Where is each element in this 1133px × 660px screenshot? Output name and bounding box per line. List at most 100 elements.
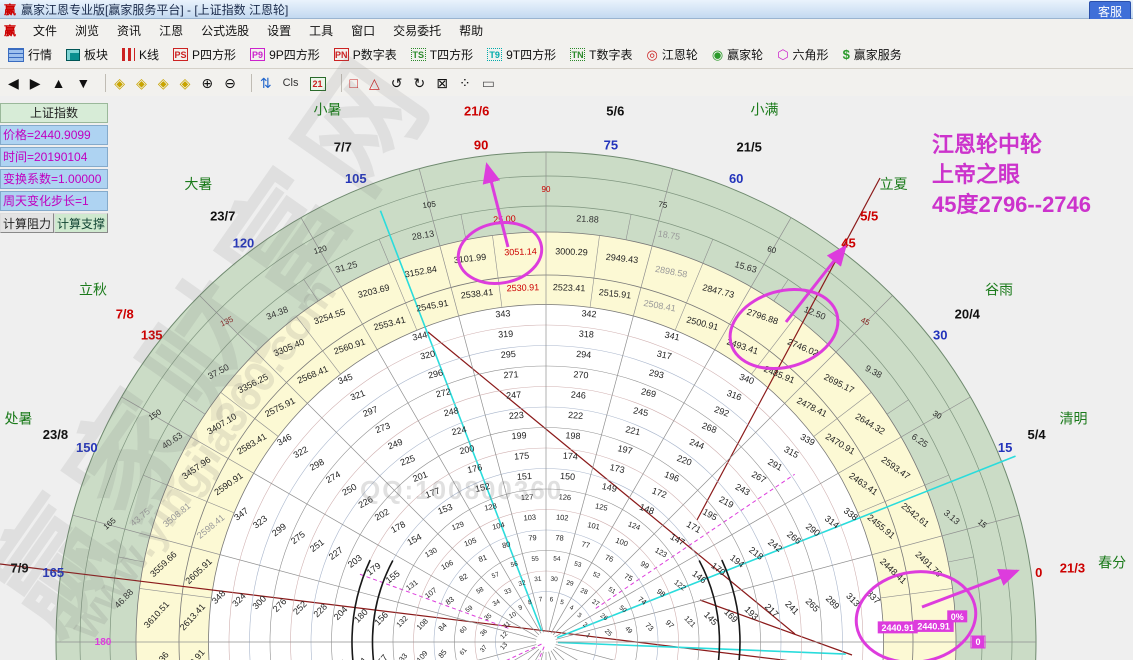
toolbar-label: K线	[139, 46, 159, 63]
svg-text:103: 103	[523, 513, 536, 523]
toolbar-button-板块[interactable]: 板块	[64, 45, 110, 64]
toolbar-button-P四方形[interactable]: PSP四方形	[171, 45, 238, 64]
toolbar-separator	[251, 74, 252, 92]
calc-resistance-button[interactable]: 计算阻力	[0, 213, 54, 233]
square-tool-icon[interactable]: □	[348, 74, 360, 92]
svg-text:150: 150	[76, 440, 98, 455]
service-icon: $	[843, 48, 850, 61]
svg-text:222: 222	[568, 410, 584, 421]
svg-text:75: 75	[604, 137, 618, 152]
toolbar-button-六角形[interactable]: ⬡六角形	[775, 45, 830, 64]
pan-left-icon[interactable]: ◀	[6, 74, 21, 92]
kline-icon	[122, 48, 135, 61]
fit-icon[interactable]: ⁘	[457, 74, 473, 92]
winner-wheel-icon: ◉	[712, 48, 723, 61]
main-toolbar: 行情板块 K线 PSP四方形 P99P四方形 PNP数字表 TST四方形 T99T四方形 TN…	[0, 41, 1133, 69]
svg-text:174: 174	[562, 451, 578, 462]
toolbar-label: P四方形	[192, 46, 236, 63]
clear-box-icon[interactable]: ⊠	[434, 74, 450, 92]
pan-right-icon[interactable]: ▶	[28, 74, 43, 92]
svg-text:151: 151	[517, 471, 533, 482]
svg-text:295: 295	[500, 349, 516, 360]
rotate-cw-step-icon[interactable]: ▼	[74, 74, 92, 92]
triangle-tool-icon[interactable]: △	[367, 74, 382, 92]
menu-item-4[interactable]: 江恩	[150, 20, 192, 41]
toolbar-button-行情[interactable]: 行情	[6, 45, 54, 64]
pn-badge: PN	[334, 48, 349, 61]
menu-item-10[interactable]: 帮助	[450, 20, 492, 41]
menu-item-8[interactable]: 窗口	[342, 20, 384, 41]
svg-text:2523.41: 2523.41	[553, 282, 586, 293]
updown-icon[interactable]: ⇅	[258, 74, 274, 92]
menu-item-1[interactable]: 文件	[24, 20, 66, 41]
toolbar-button-9P四方形[interactable]: P99P四方形	[248, 45, 322, 64]
price-row: 价格=2440.9099	[0, 125, 108, 145]
calc-support-button[interactable]: 计算支撑	[54, 213, 108, 233]
svg-text:319: 319	[498, 329, 514, 340]
svg-text:78: 78	[555, 533, 564, 543]
toolbar-button-赢家服务[interactable]: $赢家服务	[841, 45, 904, 64]
toolbar-button-P数字表[interactable]: PNP数字表	[332, 45, 399, 64]
app-logo-icon: 赢	[4, 1, 16, 18]
drawing-toolbar: ◀ ▶ ▲ ▼ ◈ ◈ ◈ ◈ ⊕ ⊖ ⇅ Cls 21 □ △ ↺ ↻ ⊠ ⁘ ▭	[0, 69, 1133, 97]
svg-text:270: 270	[573, 369, 589, 380]
svg-text:7/8: 7/8	[116, 307, 134, 322]
menu-item-7[interactable]: 工具	[300, 20, 342, 41]
menu-item-2[interactable]: 浏览	[66, 20, 108, 41]
toolbar-button-江恩轮[interactable]: ◎江恩轮	[644, 45, 699, 64]
svg-text:54: 54	[553, 555, 561, 563]
toolbar-button-K线[interactable]: K线	[120, 45, 161, 64]
toolbar-button-赢家轮[interactable]: ◉ 赢家轮	[710, 45, 765, 64]
app-window: 赢 赢家江恩专业版[赢家服务平台] - [上证指数 江恩轮] 客服 赢 文件浏览…	[0, 0, 1133, 660]
rotate-ccw-step-icon[interactable]: ▲	[50, 74, 68, 92]
rotate-left-icon[interactable]: ↺	[389, 74, 405, 92]
svg-text:大暑: 大暑	[184, 176, 212, 192]
menu-item-6[interactable]: 设置	[258, 20, 300, 41]
blocks-icon	[66, 49, 80, 61]
svg-text:120: 120	[233, 236, 255, 251]
move-left-icon[interactable]: ◈	[112, 74, 127, 92]
svg-text:246: 246	[570, 390, 586, 401]
svg-text:23/8: 23/8	[43, 427, 68, 442]
time-row: 时间=20190104	[0, 147, 108, 167]
svg-text:150: 150	[560, 471, 576, 482]
svg-text:105: 105	[345, 171, 367, 186]
svg-text:31: 31	[534, 576, 542, 584]
toolbar-button-9T四方形[interactable]: T99T四方形	[485, 45, 558, 64]
svg-text:春分: 春分	[1098, 554, 1126, 570]
move-right-icon[interactable]: ◈	[134, 74, 149, 92]
gann-wheel-chart[interactable]: 1234567891011121325262728293031323334353…	[0, 96, 1133, 660]
toolbar-button-T四方形[interactable]: TST四方形	[409, 45, 475, 64]
zoom-in-icon[interactable]: ⊕	[199, 74, 215, 92]
quote-panel: 上证指数 价格=2440.9099 时间=20190104 变换系数=1.000…	[0, 103, 108, 233]
menu-item-3[interactable]: 资讯	[108, 20, 150, 41]
menu-item-9[interactable]: 交易委托	[384, 20, 450, 41]
menu-logo-icon: 赢	[4, 22, 16, 39]
svg-text:15: 15	[998, 440, 1012, 455]
rotate-right-icon[interactable]: ↻	[412, 74, 428, 92]
svg-text:7/9: 7/9	[11, 561, 29, 576]
step-row: 周天变化步长=1	[0, 191, 108, 211]
svg-text:126: 126	[558, 492, 571, 502]
grid-icon	[8, 48, 24, 62]
move-up-icon[interactable]: ◈	[156, 74, 171, 92]
zoom-out-icon[interactable]: ⊖	[222, 74, 238, 92]
p9-badge: P9	[250, 48, 265, 61]
svg-text:60: 60	[729, 171, 743, 186]
toolbar-label: 赢家轮	[727, 46, 763, 63]
svg-text:90: 90	[542, 185, 551, 194]
toolbar-label: T数字表	[589, 46, 632, 63]
toolbar-button-T数字表[interactable]: TNT数字表	[568, 45, 634, 64]
svg-text:247: 247	[506, 390, 522, 401]
svg-text:谷雨: 谷雨	[985, 281, 1013, 297]
svg-text:5/4: 5/4	[1028, 427, 1047, 442]
screen-icon[interactable]: ▭	[480, 74, 497, 92]
menu-item-5[interactable]: 公式选股	[192, 20, 258, 41]
move-down-icon[interactable]: ◈	[178, 74, 193, 92]
svg-text:0: 0	[975, 637, 980, 647]
svg-text:2440.91: 2440.91	[917, 621, 950, 631]
gann-wheel-icon: ◎	[646, 48, 657, 61]
calendar-icon[interactable]: 21	[308, 73, 328, 92]
svg-text:318: 318	[578, 329, 594, 340]
cls-button[interactable]: Cls	[281, 74, 301, 92]
